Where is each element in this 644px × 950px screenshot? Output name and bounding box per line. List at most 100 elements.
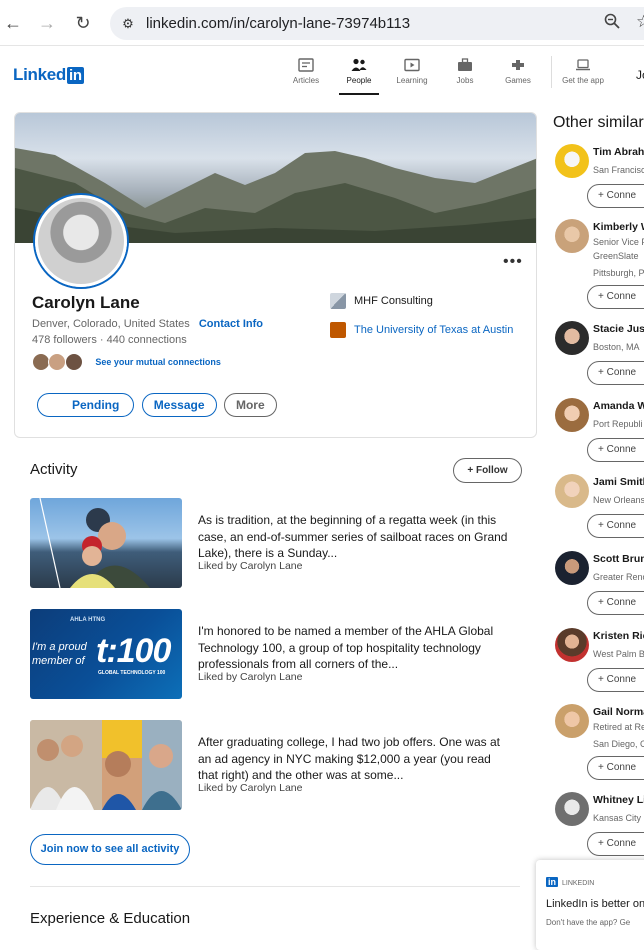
nav-people[interactable]: People bbox=[335, 58, 383, 95]
profile-actions: Pending Message More bbox=[37, 393, 280, 417]
add-person-icon: + bbox=[598, 367, 607, 378]
articles-icon bbox=[298, 58, 314, 72]
profile-experience-summary: MHF Consulting The University of Texas a… bbox=[330, 293, 513, 351]
avatar[interactable] bbox=[555, 792, 589, 826]
post-text: I'm honored to be named a member of the … bbox=[198, 624, 494, 671]
add-person-icon: + bbox=[598, 838, 607, 849]
activity-heading: Activity bbox=[30, 461, 78, 478]
nav-divider bbox=[551, 56, 552, 88]
avatar[interactable] bbox=[555, 551, 589, 585]
laptop-icon bbox=[576, 59, 590, 71]
avatar[interactable] bbox=[555, 321, 589, 355]
nav-games[interactable]: Games bbox=[494, 58, 542, 85]
activity-post[interactable]: AHLA HTNG I'm a proud member of t:100 GL… bbox=[30, 609, 520, 699]
add-person-icon: + bbox=[598, 520, 607, 531]
activity-post[interactable]: After graduating college, I had two job … bbox=[30, 720, 520, 810]
add-person-icon: + bbox=[598, 190, 607, 201]
add-person-icon: + bbox=[598, 674, 607, 685]
mutual-avatar bbox=[32, 353, 50, 371]
nav-learning[interactable]: Learning bbox=[388, 58, 436, 85]
mutual-avatar bbox=[48, 353, 67, 371]
profile-avatar[interactable] bbox=[35, 195, 127, 287]
connect-button[interactable]: + Conne bbox=[587, 668, 644, 692]
avatar[interactable] bbox=[555, 398, 589, 432]
linkedin-logo[interactable]: Linked in bbox=[13, 65, 84, 85]
connect-button[interactable]: + Conne bbox=[587, 285, 644, 309]
post-thumbnail[interactable] bbox=[30, 498, 182, 588]
message-button[interactable]: Message bbox=[141, 393, 217, 417]
contact-info-link[interactable]: Contact Info bbox=[199, 318, 263, 330]
avatar[interactable] bbox=[555, 474, 589, 508]
connect-button[interactable]: + Conne bbox=[587, 361, 644, 385]
thumb-caption: I'm a proud member of bbox=[32, 641, 87, 667]
activity-post[interactable]: As is tradition, at the beginning of a r… bbox=[30, 498, 520, 588]
connect-button[interactable]: + Conne bbox=[587, 832, 644, 856]
join-now-link[interactable]: Jo bbox=[636, 68, 644, 82]
nav-articles[interactable]: Articles bbox=[282, 58, 330, 85]
popup-subtext: Don't have the app? Ge bbox=[546, 918, 631, 927]
more-button[interactable]: More bbox=[223, 393, 277, 417]
back-icon[interactable]: ← bbox=[2, 12, 24, 34]
app-promo-popup[interactable]: in LINKEDIN LinkedIn is better on Don't h… bbox=[536, 860, 644, 950]
sailboat-photo bbox=[39, 498, 150, 588]
company-logo-icon bbox=[330, 293, 346, 309]
join-see-activity-button[interactable]: Join now to see all activity bbox=[30, 834, 190, 865]
avatar[interactable] bbox=[555, 219, 589, 253]
post-thumbnail[interactable]: AHLA HTNG I'm a proud member of t:100 GL… bbox=[30, 609, 182, 699]
profile-location: Denver, Colorado, United States Contact … bbox=[32, 318, 263, 330]
mutual-connections-link[interactable]: See your mutual connections bbox=[95, 357, 221, 367]
site-settings-icon[interactable]: ⚙ bbox=[118, 14, 138, 34]
linkedin-badge-icon: in bbox=[546, 877, 558, 887]
connect-button[interactable]: + Conne bbox=[587, 591, 644, 615]
forward-icon[interactable]: → bbox=[36, 12, 58, 34]
post-liked-by: Liked by Carolyn Lane bbox=[198, 671, 303, 683]
avatar[interactable] bbox=[555, 628, 589, 662]
url-text[interactable]: linkedin.com/in/carolyn-lane-73974b113 bbox=[146, 15, 410, 32]
people-icon bbox=[351, 58, 367, 71]
nav-get-app[interactable]: Get the app bbox=[558, 58, 608, 85]
add-person-icon: + bbox=[598, 597, 607, 608]
pending-button[interactable]: Pending bbox=[37, 393, 135, 417]
post-text: As is tradition, at the beginning of a r… bbox=[198, 513, 508, 560]
popup-brand: in LINKEDIN bbox=[546, 877, 595, 887]
zoom-icon[interactable] bbox=[604, 13, 620, 33]
popup-headline: LinkedIn is better on bbox=[546, 898, 644, 910]
t100-brand-text: t:100 bbox=[96, 632, 171, 670]
connect-button[interactable]: + Conne bbox=[587, 756, 644, 780]
games-icon bbox=[512, 60, 524, 70]
mutual-avatar bbox=[64, 353, 83, 371]
mutual-connections[interactable]: See your mutual connections bbox=[32, 353, 221, 375]
post-thumbnail[interactable] bbox=[30, 720, 182, 810]
collage-photo bbox=[30, 720, 182, 810]
nav-jobs[interactable]: Jobs bbox=[441, 58, 489, 85]
learning-icon bbox=[404, 58, 420, 72]
reload-icon[interactable]: ↻ bbox=[72, 12, 94, 34]
add-person-icon: + bbox=[598, 444, 607, 455]
avatar[interactable] bbox=[555, 704, 589, 738]
ahla-htng-label: AHLA HTNG bbox=[70, 617, 106, 623]
linkedin-header: Linked in Articles People Learning Jobs G… bbox=[0, 46, 644, 96]
post-liked-by: Liked by Carolyn Lane bbox=[198, 782, 303, 794]
global-technology-label: GLOBAL TECHNOLOGY 100 bbox=[98, 670, 166, 676]
browser-toolbar: ← → ↻ ⚙ linkedin.com/in/carolyn-lane-739… bbox=[0, 0, 644, 46]
experience-education-heading: Experience & Education bbox=[30, 910, 191, 927]
similar-profiles-heading: Other similar bbox=[553, 114, 644, 131]
follow-button[interactable]: + Follow bbox=[453, 458, 522, 483]
education-school[interactable]: The University of Texas at Austin bbox=[330, 322, 513, 342]
jobs-icon bbox=[458, 58, 472, 71]
connect-button[interactable]: + Conne bbox=[587, 438, 644, 462]
add-person-icon: + bbox=[598, 762, 607, 773]
section-divider bbox=[30, 886, 520, 887]
connect-button[interactable]: + Conne bbox=[587, 184, 644, 208]
add-person-icon: + bbox=[598, 291, 607, 302]
profile-name: Carolyn Lane bbox=[32, 293, 140, 312]
ut-austin-logo-icon bbox=[330, 322, 346, 338]
more-options-icon[interactable]: ••• bbox=[503, 253, 523, 271]
connect-button[interactable]: + Conne bbox=[587, 514, 644, 538]
profile-card: ••• Carolyn Lane Denver, Colorado, Unite… bbox=[14, 112, 537, 438]
profile-stats: 478 followers · 440 connections bbox=[32, 334, 187, 346]
address-bar[interactable]: ⚙ linkedin.com/in/carolyn-lane-73974b113… bbox=[110, 7, 644, 40]
avatar[interactable] bbox=[555, 144, 589, 178]
bookmark-star-icon[interactable]: ☆ bbox=[636, 12, 644, 32]
current-company[interactable]: MHF Consulting bbox=[330, 293, 513, 313]
